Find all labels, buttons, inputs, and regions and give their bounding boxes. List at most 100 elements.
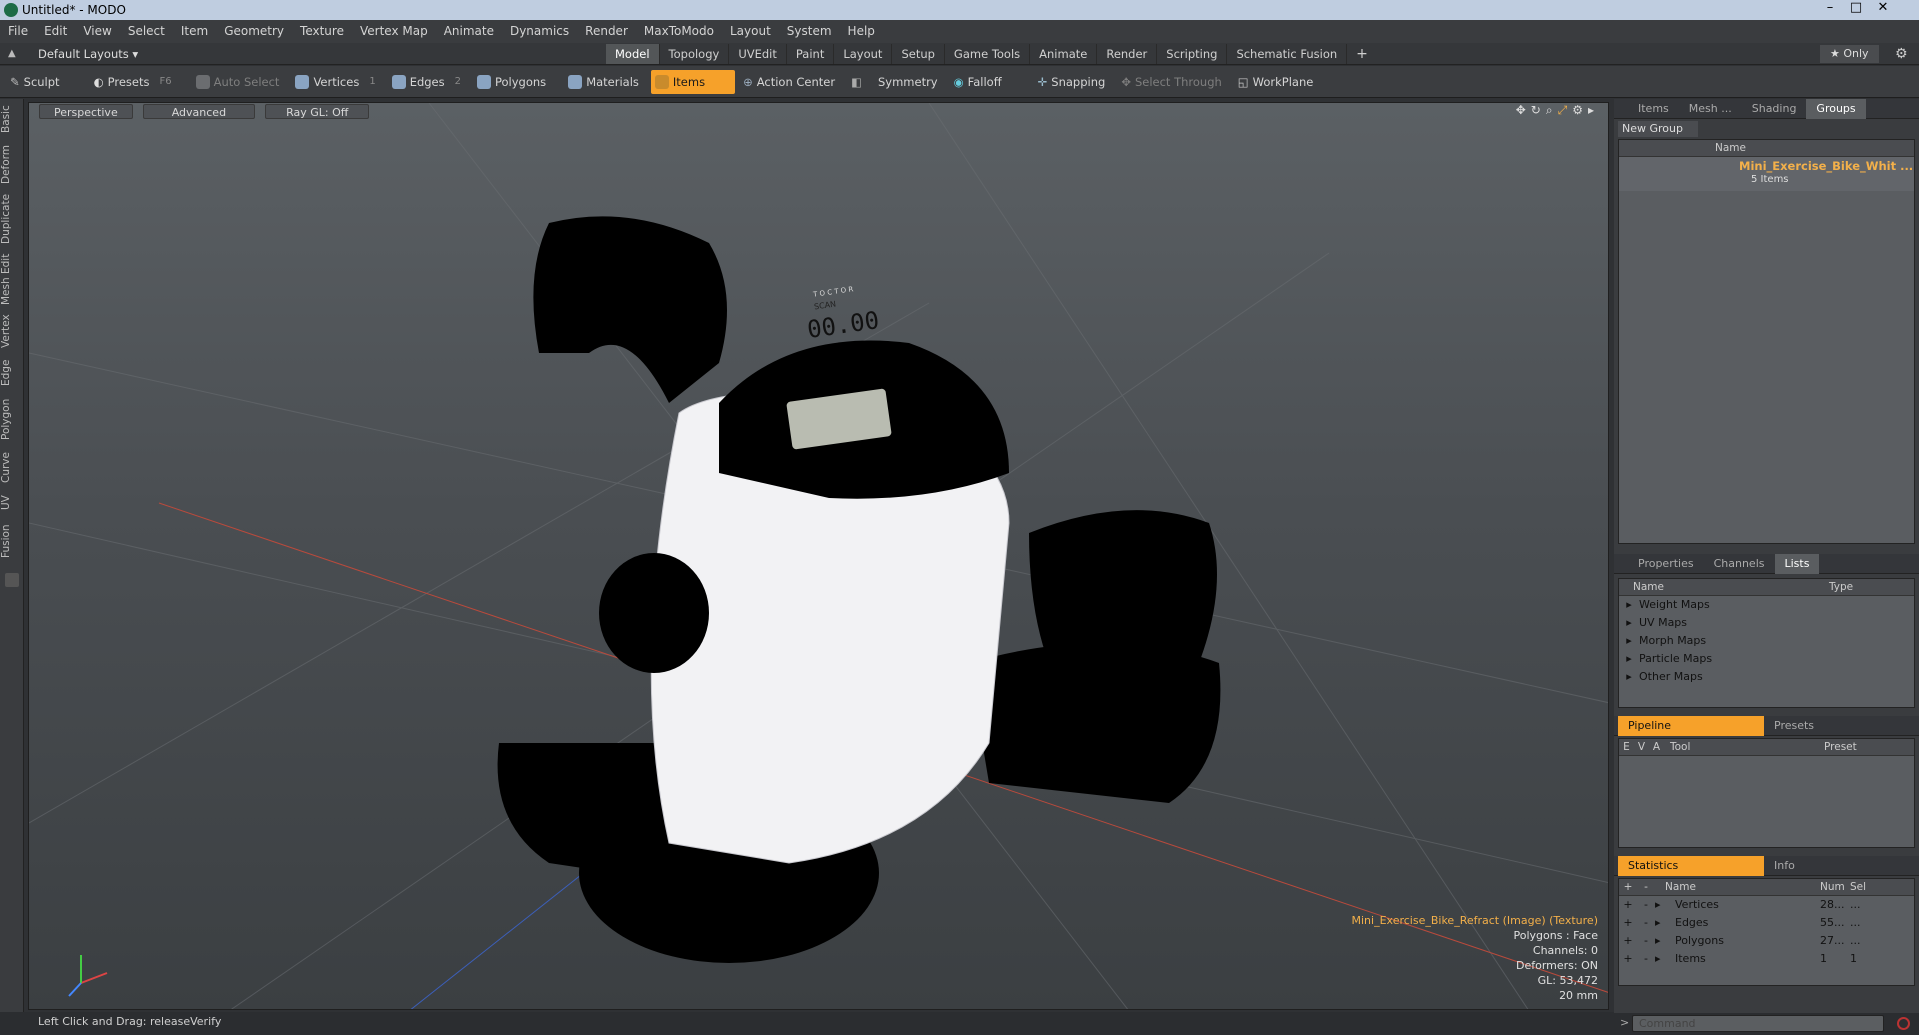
- polygons-button[interactable]: Polygons: [473, 70, 554, 94]
- list-item[interactable]: ▸ Other Maps: [1619, 668, 1914, 686]
- record-icon[interactable]: [1897, 1017, 1910, 1030]
- menu-geometry[interactable]: Geometry: [216, 20, 292, 43]
- tab-paint[interactable]: Paint: [787, 43, 835, 64]
- command-input[interactable]: Command: [1632, 1015, 1884, 1032]
- panel-toggle-icon[interactable]: [5, 573, 19, 587]
- maps-type-col: Type: [1829, 581, 1854, 593]
- table-row[interactable]: + - ▸ Vertices 28......: [1619, 896, 1914, 914]
- command-bar: > Command: [1614, 1013, 1919, 1035]
- only-button[interactable]: ★ Only: [1820, 44, 1879, 63]
- edges-button[interactable]: Edges 2: [388, 70, 469, 94]
- tab-layout[interactable]: Layout: [834, 43, 893, 64]
- vtab-deform[interactable]: Deform: [0, 139, 22, 189]
- rotate-icon[interactable]: ↻: [1531, 103, 1541, 118]
- snapping-button[interactable]: ✛ Snapping: [1034, 70, 1114, 94]
- zoom-icon[interactable]: ⌕: [1546, 103, 1553, 118]
- menu-file[interactable]: File: [0, 20, 36, 43]
- tab-model[interactable]: Model: [606, 43, 660, 64]
- resistance-knob[interactable]: [599, 553, 709, 673]
- falloff-button[interactable]: ◉ Falloff: [950, 70, 1030, 94]
- menu-system[interactable]: System: [779, 20, 840, 43]
- vtab-fusion[interactable]: Fusion: [0, 517, 22, 565]
- default-layouts-dropdown[interactable]: Default Layouts ▾: [38, 47, 138, 61]
- layout-arrow-icon[interactable]: ▲: [8, 48, 24, 59]
- menu-help[interactable]: Help: [840, 20, 883, 43]
- maximize-button[interactable]: □: [1843, 0, 1869, 20]
- menu-animate[interactable]: Animate: [436, 20, 502, 43]
- vtab-edge[interactable]: Edge: [0, 354, 22, 392]
- workplane-button[interactable]: ◱ WorkPlane: [1234, 70, 1322, 94]
- tab-groups[interactable]: Groups: [1806, 98, 1866, 119]
- pipeline-header: E V A Tool Preset: [1619, 739, 1914, 756]
- vtab-polygon[interactable]: Polygon: [0, 392, 22, 447]
- perspective-button[interactable]: Perspective: [39, 104, 133, 119]
- vtab-mesh-edit[interactable]: Mesh Edit: [0, 249, 22, 309]
- vtab-uv[interactable]: UV: [0, 489, 22, 517]
- menu-dynamics[interactable]: Dynamics: [502, 20, 577, 43]
- raygl-button[interactable]: Ray GL: Off: [265, 104, 370, 119]
- vtab-basic[interactable]: Basic: [0, 99, 22, 139]
- tab-game-tools[interactable]: Game Tools: [945, 43, 1031, 64]
- tab-setup[interactable]: Setup: [892, 43, 945, 64]
- vtab-curve[interactable]: Curve: [0, 447, 22, 489]
- fit-icon[interactable]: ⤢: [1558, 103, 1568, 118]
- tab-render[interactable]: Render: [1097, 43, 1158, 64]
- vertices-button[interactable]: Vertices 1: [291, 70, 383, 94]
- tab-animate[interactable]: Animate: [1030, 43, 1098, 64]
- maps-header: Name Type: [1619, 579, 1914, 596]
- add-tab-button[interactable]: +: [1347, 44, 1377, 64]
- table-row[interactable]: + - ▸ Polygons 27......: [1619, 932, 1914, 950]
- 3d-viewport[interactable]: T O C T O R SCAN 00.00 Perspective Advan…: [28, 102, 1609, 1010]
- tab-pipeline[interactable]: Pipeline: [1618, 715, 1764, 736]
- advanced-button[interactable]: Advanced: [142, 104, 256, 119]
- list-item[interactable]: ▸ Weight Maps: [1619, 596, 1914, 614]
- menu-select[interactable]: Select: [120, 20, 173, 43]
- action-center-button[interactable]: ⊕ Action Center: [739, 70, 843, 94]
- tab-items[interactable]: Items: [1628, 99, 1679, 119]
- minimize-button[interactable]: –: [1817, 0, 1843, 20]
- tab-presets[interactable]: Presets: [1764, 716, 1824, 736]
- new-group-button[interactable]: New Group: [1618, 121, 1698, 137]
- menu-edit[interactable]: Edit: [36, 20, 75, 43]
- tab-properties[interactable]: Properties: [1628, 554, 1704, 574]
- table-row[interactable]: + - ▸ Items 1 1: [1619, 950, 1914, 968]
- vtab-vertex[interactable]: Vertex: [0, 309, 22, 354]
- menu-maxtomodo[interactable]: MaxToModo: [636, 20, 722, 43]
- lists-tabs: Properties Channels Lists: [1614, 553, 1919, 574]
- tab-info[interactable]: Info: [1764, 856, 1805, 876]
- tab-mesh[interactable]: Mesh ...: [1679, 99, 1742, 119]
- viewport-menu-icon[interactable]: ▸: [1588, 103, 1594, 118]
- sculpt-button[interactable]: ✎ Sculpt: [6, 70, 68, 94]
- vtab-duplicate[interactable]: Duplicate: [0, 189, 22, 249]
- tab-scripting[interactable]: Scripting: [1157, 43, 1228, 64]
- table-row[interactable]: + - ▸ Edges 55......: [1619, 914, 1914, 932]
- tab-topology[interactable]: Topology: [660, 43, 730, 64]
- stats-col-minus: -: [1644, 881, 1648, 893]
- tab-lists[interactable]: Lists: [1774, 553, 1820, 574]
- menu-render[interactable]: Render: [577, 20, 636, 43]
- list-item[interactable]: ▸ Morph Maps: [1619, 632, 1914, 650]
- tab-shading[interactable]: Shading: [1742, 99, 1807, 119]
- viewport-gear-icon[interactable]: ⚙: [1572, 103, 1583, 118]
- close-button[interactable]: ✕: [1870, 0, 1896, 20]
- symmetry-button[interactable]: ◧ Symmetry: [847, 70, 946, 94]
- auto-select-button[interactable]: Auto Select: [192, 70, 288, 94]
- tab-statistics[interactable]: Statistics: [1618, 855, 1764, 876]
- tab-channels[interactable]: Channels: [1704, 554, 1775, 574]
- items-button[interactable]: Items: [650, 69, 736, 94]
- menu-item[interactable]: Item: [173, 20, 216, 43]
- menu-texture[interactable]: Texture: [292, 20, 352, 43]
- select-through-button[interactable]: ✥ Select Through: [1117, 70, 1229, 94]
- group-row[interactable]: Mini_Exercise_Bike_Whit ... 5 Items: [1619, 157, 1914, 191]
- menu-layout[interactable]: Layout: [722, 20, 779, 43]
- list-item[interactable]: ▸ Particle Maps: [1619, 650, 1914, 668]
- list-item[interactable]: ▸ UV Maps: [1619, 614, 1914, 632]
- tab-schematic-fusion[interactable]: Schematic Fusion: [1227, 43, 1348, 64]
- tab-uvedit[interactable]: UVEdit: [729, 43, 787, 64]
- materials-button[interactable]: Materials: [564, 70, 647, 94]
- menu-vertex-map[interactable]: Vertex Map: [352, 20, 436, 43]
- gear-icon[interactable]: ⚙: [1895, 46, 1908, 62]
- presets-button[interactable]: ◐ Presets F6: [90, 70, 180, 94]
- pan-icon[interactable]: ✥: [1516, 103, 1526, 118]
- menu-view[interactable]: View: [75, 20, 119, 43]
